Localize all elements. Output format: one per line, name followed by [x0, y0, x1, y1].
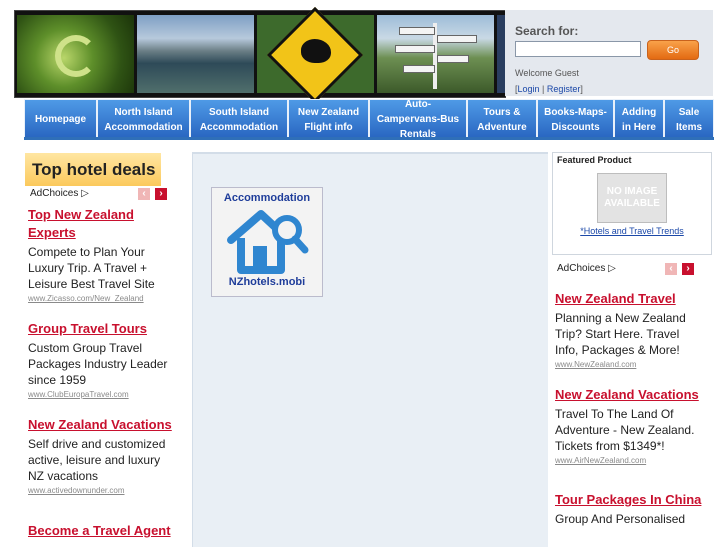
auth-links: [Login | Register]: [515, 84, 583, 94]
ad-title[interactable]: New Zealand Vacations: [28, 416, 178, 434]
nav-adding[interactable]: Adding in Here: [614, 99, 664, 137]
ad-item: New Zealand Travel Planning a New Zealan…: [555, 290, 705, 371]
nav-tours[interactable]: Tours & Adventure: [467, 99, 537, 137]
adchoices-label[interactable]: AdChoices ▷: [30, 188, 89, 199]
right-ad-block: AdChoices ▷ ‹ › New Zealand Travel Plann…: [551, 260, 711, 550]
signpost-photo: [377, 15, 494, 93]
ad-body: Compete to Plan Your Luxury Trip. A Trav…: [28, 245, 155, 291]
nav-south-island[interactable]: South Island Accommodation: [190, 99, 288, 137]
ad-next-button[interactable]: ›: [155, 188, 167, 200]
ad-item: Become a Travel Agent: [28, 522, 178, 540]
nav-books-maps[interactable]: Books-Maps- Discounts: [537, 99, 614, 137]
ad-url[interactable]: www.Zicasso.com/New_Zealand: [28, 293, 178, 305]
ad-item: New Zealand Vacations Self drive and cus…: [28, 416, 178, 497]
kiwi-sign-photo: [257, 6, 374, 104]
ad-body: Self drive and customized active, leisur…: [28, 437, 166, 483]
ad-url[interactable]: www.ClubEuropaTravel.com: [28, 389, 178, 401]
login-link[interactable]: Login: [518, 84, 540, 94]
photo-edge: [497, 15, 505, 93]
ad-item: Tour Packages In China Group And Persona…: [555, 491, 705, 527]
ad-title[interactable]: New Zealand Vacations: [555, 386, 705, 404]
adchoices-label[interactable]: AdChoices ▷: [557, 263, 616, 274]
ad-body: Group And Personalised: [555, 512, 686, 526]
ad-url[interactable]: www.NewZealand.com: [555, 359, 705, 371]
ad-title[interactable]: New Zealand Travel: [555, 290, 705, 308]
ad-next-button[interactable]: ›: [682, 263, 694, 275]
welcome-text: Welcome Guest: [515, 68, 579, 78]
fern-photo: [17, 15, 134, 93]
featured-product-box: Featured Product NO IMAGE AVAILABLE *Hot…: [552, 152, 712, 255]
no-image-placeholder: NO IMAGE AVAILABLE: [597, 173, 667, 223]
featured-link[interactable]: *Hotels and Travel Trends: [553, 226, 711, 236]
ad-item: Group Travel Tours Custom Group Travel P…: [28, 320, 178, 401]
nav-homepage[interactable]: Homepage: [24, 99, 97, 137]
header-banner: [14, 6, 506, 104]
ad-prev-button[interactable]: ‹: [138, 188, 150, 200]
nav-north-island[interactable]: North Island Accommodation: [97, 99, 190, 137]
search-label: Search for:: [515, 24, 579, 38]
auth-separator: |: [539, 84, 547, 94]
ad-prev-button[interactable]: ‹: [665, 263, 677, 275]
ad-item: Top New Zealand Experts Compete to Plan …: [28, 206, 178, 305]
top-hotel-deals-heading: Top hotel deals: [25, 153, 161, 186]
ad-url[interactable]: www.activedownunder.com: [28, 485, 178, 497]
nzhotels-logo[interactable]: Accommodation NZhotels.mobi: [211, 187, 323, 297]
ad-body: Custom Group Travel Packages Industry Le…: [28, 341, 168, 387]
ad-title[interactable]: Tour Packages In China: [555, 491, 705, 509]
go-button[interactable]: Go: [647, 40, 699, 60]
logo-top-text: Accommodation: [223, 192, 311, 204]
main-nav: Homepage North Island Accommodation Sout…: [24, 99, 714, 140]
search-input[interactable]: [515, 41, 641, 57]
logo-bottom-text: NZhotels.mobi: [228, 276, 306, 288]
ad-title[interactable]: Top New Zealand Experts: [28, 206, 178, 242]
ad-title[interactable]: Group Travel Tours: [28, 320, 178, 338]
nav-rentals[interactable]: Auto- Campervans-Bus Rentals: [369, 99, 467, 137]
ad-item: New Zealand Vacations Travel To The Land…: [555, 386, 705, 467]
register-link[interactable]: Register: [547, 84, 581, 94]
lake-photo: [137, 15, 254, 93]
ad-title[interactable]: Become a Travel Agent: [28, 522, 178, 540]
nav-flight-info[interactable]: New Zealand Flight info: [288, 99, 369, 137]
left-ad-block: AdChoices ▷ ‹ › Top New Zealand Experts …: [25, 186, 172, 546]
featured-title: Featured Product: [557, 155, 632, 165]
ad-body: Planning a New Zealand Trip? Start Here.…: [555, 311, 686, 357]
nav-sale-items[interactable]: Sale Items: [664, 99, 714, 137]
ad-url[interactable]: www.AirNewZealand.com: [555, 455, 705, 467]
search-panel: Search for: Go Welcome Guest [Login | Re…: [505, 10, 713, 96]
house-search-icon: [227, 210, 309, 274]
ad-body: Travel To The Land Of Adventure - New Ze…: [555, 407, 695, 453]
